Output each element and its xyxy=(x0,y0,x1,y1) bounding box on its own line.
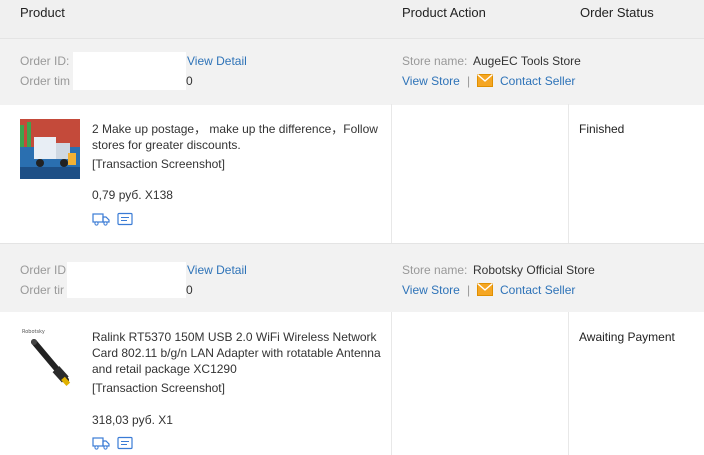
message-icon[interactable] xyxy=(116,212,134,226)
product-title-link[interactable]: 2 Make up postage， make up the differenc… xyxy=(92,121,387,153)
column-divider xyxy=(568,312,569,455)
product-price: 0,79 руб. X138 xyxy=(92,188,173,202)
column-header-product-action: Product Action xyxy=(402,5,486,20)
separator: | xyxy=(467,283,471,297)
order-time-value: 0 xyxy=(186,74,193,88)
table-header: Product Product Action Order Status xyxy=(0,0,704,38)
transaction-screenshot-link[interactable]: [Transaction Screenshot] xyxy=(92,381,225,395)
column-divider xyxy=(568,104,569,243)
truck-icon[interactable] xyxy=(92,212,110,226)
order-status: Finished xyxy=(579,122,625,136)
store-name-label: Store name: xyxy=(402,54,468,68)
svg-text:Robotsky: Robotsky xyxy=(22,329,45,335)
order-time-value: 0 xyxy=(186,283,193,297)
mail-icon[interactable] xyxy=(477,283,493,296)
view-store-link[interactable]: View Store xyxy=(402,283,460,297)
product-thumbnail[interactable]: Robotsky xyxy=(20,326,80,386)
order-time-label: Order tir xyxy=(20,283,65,297)
order-id-label: Order ID xyxy=(20,263,67,277)
store-name: AugeEC Tools Store xyxy=(473,54,581,68)
column-divider xyxy=(391,104,392,243)
product-title-link[interactable]: Ralink RT5370 150M USB 2.0 WiFi Wireless… xyxy=(92,329,387,377)
view-detail-link[interactable]: View Detail xyxy=(187,263,247,277)
column-header-product: Product xyxy=(20,5,65,20)
order-status: Awaiting Payment xyxy=(579,330,675,344)
separator: | xyxy=(467,74,471,88)
contact-seller-link[interactable]: Contact Seller xyxy=(500,74,575,88)
transaction-screenshot-link[interactable]: [Transaction Screenshot] xyxy=(92,157,225,171)
product-price: 318,03 руб. X1 xyxy=(92,413,173,427)
column-divider xyxy=(391,312,392,455)
product-thumbnail[interactable] xyxy=(20,119,80,179)
order-id-label: Order ID: xyxy=(20,54,70,68)
mail-icon[interactable] xyxy=(477,74,493,87)
store-name-label: Store name: xyxy=(402,263,468,277)
column-header-order-status: Order Status xyxy=(580,5,654,20)
view-store-link[interactable]: View Store xyxy=(402,74,460,88)
store-name: Robotsky Official Store xyxy=(473,263,595,277)
truck-icon[interactable] xyxy=(92,436,110,450)
view-detail-link[interactable]: View Detail xyxy=(187,54,247,68)
redacted-block xyxy=(67,262,186,298)
message-icon[interactable] xyxy=(116,436,134,450)
redacted-block xyxy=(73,52,186,90)
order-time-label: Order tim xyxy=(20,74,71,88)
contact-seller-link[interactable]: Contact Seller xyxy=(500,283,575,297)
